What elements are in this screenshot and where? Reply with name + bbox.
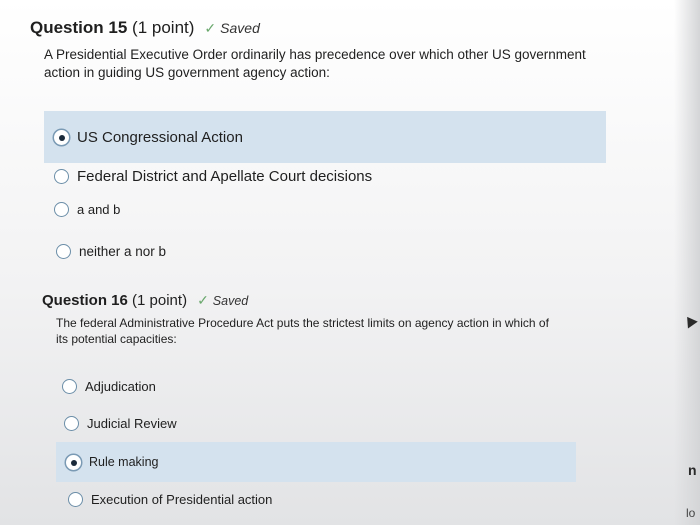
question-15-option-2[interactable]: Federal District and Apellate Court deci…	[54, 163, 372, 189]
question-15-option-4[interactable]: neither a nor b	[56, 240, 166, 262]
radio-unselected-icon[interactable]	[54, 168, 69, 184]
saved-label: Saved	[212, 293, 249, 308]
check-icon: ✓	[204, 19, 217, 36]
radio-unselected-icon[interactable]	[64, 415, 79, 431]
question-15-number: Question 15	[30, 18, 128, 37]
radio-unselected-icon[interactable]	[62, 378, 77, 394]
edge-letter: n	[688, 462, 697, 478]
radio-unselected-icon[interactable]	[68, 491, 83, 507]
quiz-page: Question 15 (1 point) ✓ Saved A Presiden…	[0, 0, 700, 525]
check-icon: ✓	[197, 292, 209, 308]
radio-unselected-icon[interactable]	[56, 243, 71, 259]
question-16-points: (1 point)	[132, 292, 188, 309]
question-16-option-2[interactable]: Judicial Review	[64, 412, 177, 434]
question-15: Question 15 (1 point) ✓ Saved A Presiden…	[30, 18, 650, 82]
radio-unselected-icon[interactable]	[54, 201, 69, 217]
option-label: US Congressional Action	[77, 128, 243, 146]
question-16-number: Question 16	[42, 292, 128, 309]
question-15-title: Question 15 (1 point)	[30, 18, 194, 38]
option-label: Adjudication	[85, 378, 156, 394]
question-15-points: (1 point)	[132, 18, 195, 37]
question-16-option-1[interactable]: Adjudication	[62, 375, 156, 397]
question-16-option-4[interactable]: Execution of Presidential action	[68, 488, 272, 510]
question-15-text-line-1: A Presidential Executive Order ordinaril…	[44, 47, 586, 62]
question-15-option-1[interactable]: US Congressional Action	[44, 111, 606, 163]
question-16-saved-status: ✓ Saved	[197, 292, 248, 309]
radio-selected-icon[interactable]	[54, 129, 69, 145]
question-15-option-3[interactable]: a and b	[54, 198, 120, 220]
question-16-text: The federal Administrative Procedure Act…	[56, 315, 642, 347]
question-15-text-line-2: action in guiding US government agency a…	[44, 65, 330, 80]
option-label: Federal District and Apellate Court deci…	[77, 167, 373, 185]
radio-selected-icon[interactable]	[66, 454, 81, 470]
question-15-text: A Presidential Executive Order ordinaril…	[44, 46, 650, 82]
option-label: Execution of Presidential action	[91, 491, 273, 507]
saved-label: Saved	[220, 20, 260, 36]
option-label: neither a nor b	[79, 243, 167, 259]
option-label: Judicial Review	[87, 415, 177, 431]
question-16-title: Question 16 (1 point)	[42, 292, 187, 309]
question-16: Question 16 (1 point) ✓ Saved The federa…	[42, 292, 642, 347]
page-edge-shade	[674, 0, 700, 525]
option-label: Rule making	[89, 455, 159, 469]
edge-text-bottom: lo	[686, 506, 696, 520]
question-16-header: Question 16 (1 point) ✓ Saved	[42, 292, 642, 309]
question-15-saved-status: ✓ Saved	[204, 20, 259, 37]
question-16-text-line-1: The federal Administrative Procedure Act…	[56, 316, 549, 330]
question-16-option-3[interactable]: Rule making	[56, 442, 576, 482]
question-16-text-line-2: its potential capacities:	[56, 332, 177, 346]
option-label: a and b	[77, 201, 121, 217]
question-15-header: Question 15 (1 point) ✓ Saved	[30, 18, 650, 38]
